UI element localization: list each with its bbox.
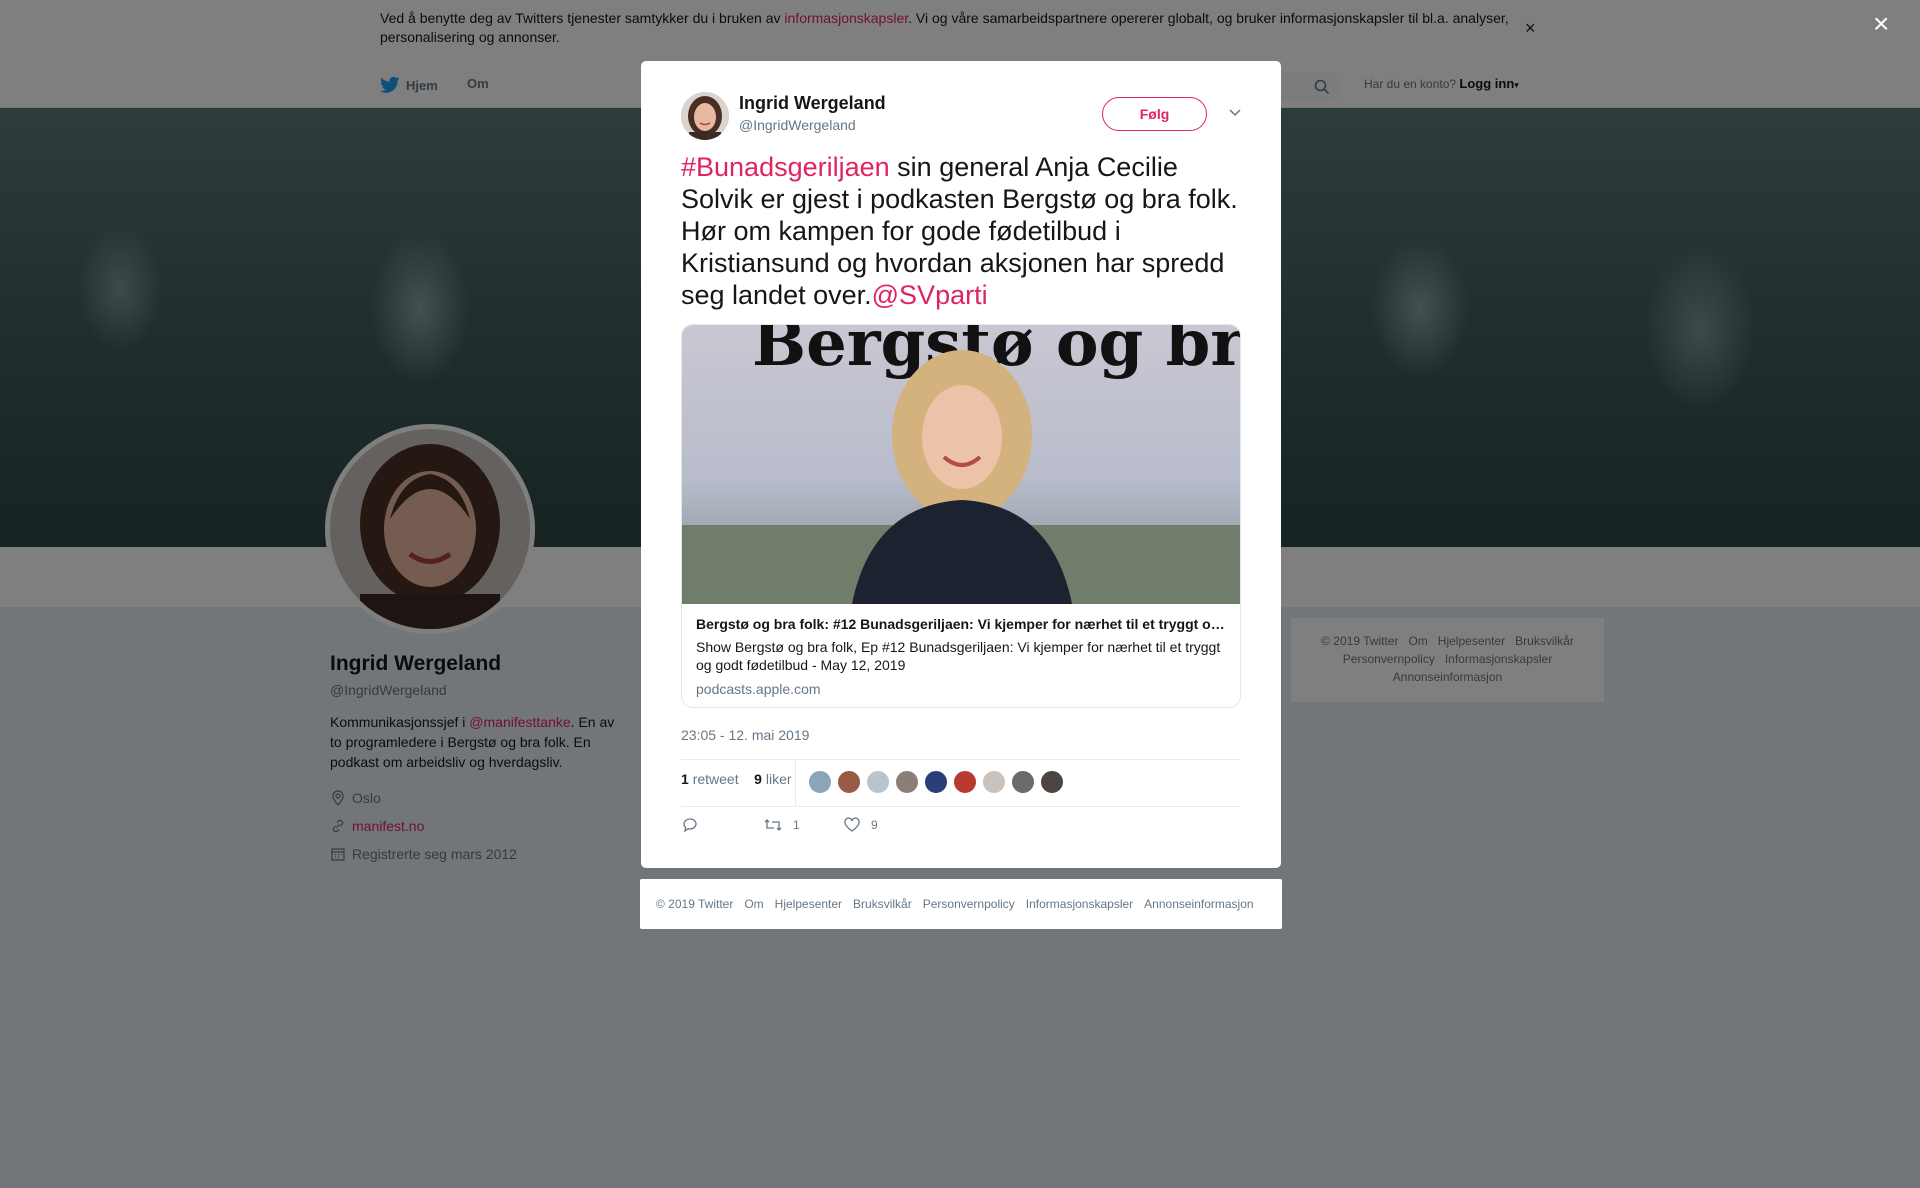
modal-footer: © 2019 Twitter Om Hjelpesenter Bruksvilkår P… — [640, 879, 1282, 929]
chevron-down-icon[interactable] — [1227, 104, 1243, 120]
like-button[interactable]: 9 — [843, 817, 878, 833]
stats-divider-bottom — [681, 806, 1241, 807]
tweet-stats: 1 retweet 9 liker — [681, 771, 792, 787]
heart-icon — [844, 817, 860, 832]
footer-link-terms[interactable]: Bruksvilkår — [853, 897, 912, 911]
card-description: Show Bergstø og bra folk, Ep #12 Bunadsg… — [696, 639, 1221, 673]
retweet-count[interactable]: 1 — [681, 771, 689, 787]
footer-link-help[interactable]: Hjelpesenter — [775, 897, 842, 911]
mention-link[interactable]: @SVparti — [872, 280, 988, 310]
footer-link-about[interactable]: Om — [744, 897, 763, 911]
liker-avatar[interactable] — [1011, 770, 1035, 794]
hashtag-link[interactable]: #Bunadsgeriljaen — [681, 152, 890, 182]
like-count[interactable]: 9 — [754, 771, 762, 787]
tweet-modal: Ingrid Wergeland @IngridWergeland Følg #… — [641, 61, 1281, 868]
card-image: Bergstø og bra folk — [682, 325, 1240, 604]
liker-avatar[interactable] — [895, 770, 919, 794]
footer-link-cookies[interactable]: Informasjonskapsler — [1026, 897, 1133, 911]
tweet-author-handle[interactable]: @IngridWergeland — [739, 117, 856, 133]
author-portrait — [681, 92, 729, 140]
liker-avatar[interactable] — [866, 770, 890, 794]
reply-button[interactable] — [681, 817, 763, 833]
liker-avatar[interactable] — [924, 770, 948, 794]
liker-avatar[interactable] — [953, 770, 977, 794]
tweet-author-avatar[interactable] — [681, 92, 729, 140]
follow-button[interactable]: Følg — [1102, 97, 1207, 131]
retweet-button[interactable]: 1 — [763, 817, 843, 833]
footer-link-privacy[interactable]: Personvernpolicy — [923, 897, 1015, 911]
stats-vertical-divider — [795, 759, 796, 806]
tweet-timestamp[interactable]: 23:05 - 12. mai 2019 — [681, 727, 809, 743]
liker-avatar[interactable] — [808, 770, 832, 794]
tweet-author-name[interactable]: Ingrid Wergeland — [739, 93, 886, 114]
tweet-actions: 1 9 — [681, 817, 878, 833]
like-action-count: 9 — [871, 818, 878, 832]
liker-avatar[interactable] — [982, 770, 1006, 794]
card-title[interactable]: Bergstø og bra folk: #12 Bunadsgeriljaen… — [696, 616, 1228, 632]
reply-icon — [683, 818, 697, 833]
stats-divider-top — [681, 759, 1241, 760]
liker-avatar[interactable] — [837, 770, 861, 794]
tweet-text: #Bunadsgeriljaen sin general Anja Cecili… — [681, 152, 1238, 310]
link-preview-card[interactable]: Bergstø og bra folk Bergstø og bra folk:… — [681, 324, 1241, 708]
retweet-icon — [764, 819, 782, 831]
liker-avatar[interactable] — [1040, 770, 1064, 794]
close-modal-button[interactable]: × — [1873, 10, 1889, 38]
retweet-action-count: 1 — [793, 818, 800, 832]
card-domain[interactable]: podcasts.apple.com — [696, 681, 821, 697]
footer-copyright: © 2019 Twitter — [656, 897, 734, 911]
footer-link-ads[interactable]: Annonseinformasjon — [1144, 897, 1253, 911]
liker-avatars — [808, 770, 1064, 794]
